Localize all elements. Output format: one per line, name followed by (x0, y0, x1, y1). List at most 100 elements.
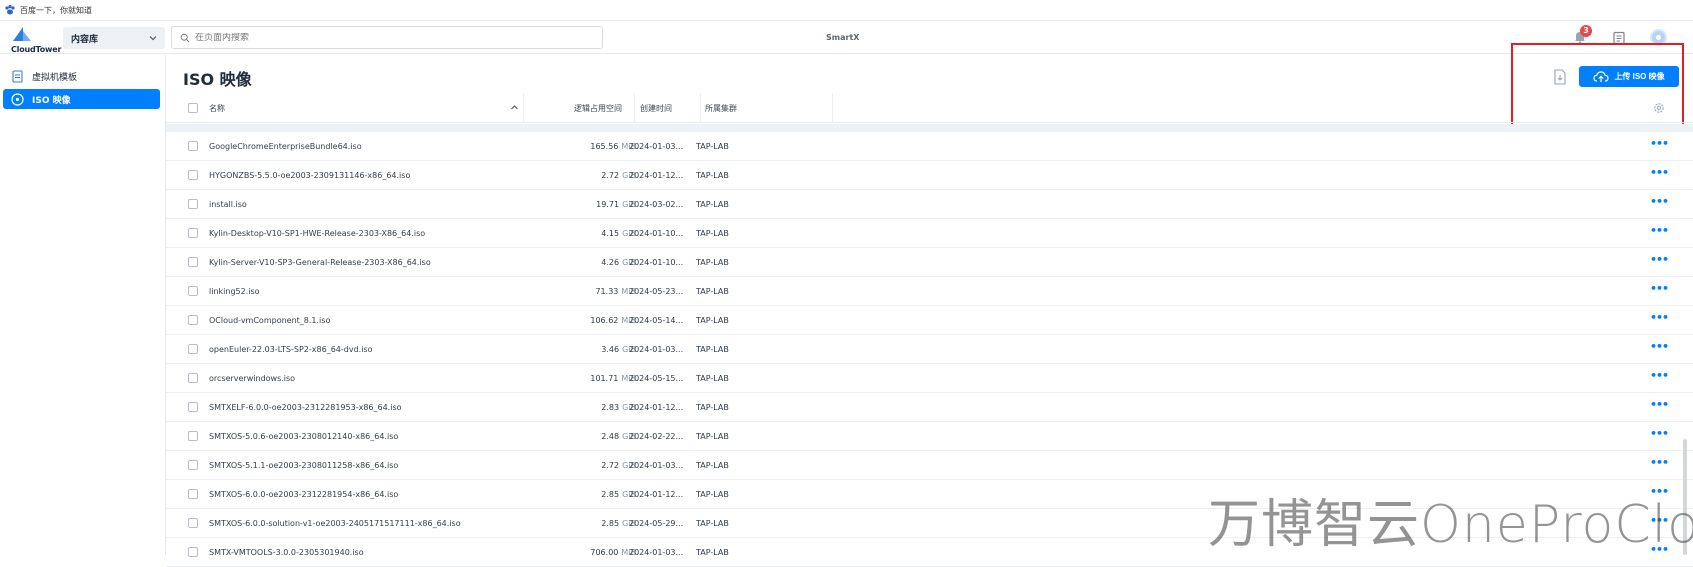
column-created-header[interactable]: 创建时间 (635, 93, 701, 123)
size-value: 2.85 (601, 490, 620, 499)
table-row[interactable]: orcserverwindows.iso 101.71 MiB 2024-05-15.… (166, 364, 1693, 393)
search-input[interactable] (195, 32, 575, 43)
size-value: 71.33 (595, 287, 619, 296)
select-all-checkbox[interactable] (188, 103, 198, 113)
row-checkbox[interactable] (188, 344, 198, 354)
gear-icon[interactable] (1653, 102, 1665, 114)
table-row[interactable]: Kylin-Server-V10-SP3-General-Release-230… (166, 248, 1693, 277)
iso-name[interactable]: install.iso (209, 200, 247, 209)
column-name-header[interactable]: 名称 (166, 93, 524, 123)
main-content: ISO 映像 上传 ISO 映像 名称 逻辑占用空间 创建时间 所属集群 Goo… (166, 43, 1693, 567)
avatar[interactable] (1650, 29, 1667, 46)
size-value: 165.56 (590, 142, 619, 151)
table-row[interactable]: SMTXOS-5.0.6-oe2003-2308012140-x86_64.is… (166, 422, 1693, 451)
more-actions-icon[interactable]: ••• (1650, 398, 1669, 411)
iso-name[interactable]: openEuler-22.03-LTS-SP2-x86_64-dvd.iso (209, 345, 372, 354)
row-checkbox[interactable] (188, 489, 198, 499)
more-actions-icon[interactable]: ••• (1650, 340, 1669, 353)
iso-name[interactable]: SMTXOS-5.1.1-oe2003-2308011258-x86_64.is… (209, 461, 398, 470)
row-checkbox[interactable] (188, 460, 198, 470)
table-row[interactable]: openEuler-22.03-LTS-SP2-x86_64-dvd.iso 3.… (166, 335, 1693, 364)
iso-name[interactable]: SMTXOS-5.0.6-oe2003-2308012140-x86_64.is… (209, 432, 398, 441)
more-actions-icon[interactable]: ••• (1650, 282, 1669, 295)
page-title: ISO 映像 (183, 70, 252, 89)
browser-tab-bar: 百度一下，你就知道 (0, 0, 1693, 21)
size-value: 2.48 (601, 432, 620, 441)
iso-name[interactable]: OCloud-vmComponent_8.1.iso (209, 316, 330, 325)
iso-name[interactable]: SMTX-VMTOOLS-3.0.0-2305301940.iso (209, 548, 364, 557)
table-row[interactable]: install.iso 19.71 GiB 2024-03-02... TAP-LAB •… (166, 190, 1693, 219)
more-actions-icon[interactable]: ••• (1650, 369, 1669, 382)
sort-up-icon[interactable] (510, 103, 519, 114)
table-row[interactable]: linking52.iso 71.33 MiB 2024-05-23... TAP-LA… (166, 277, 1693, 306)
logical-size: 2.72 GiB (524, 171, 636, 180)
iso-name[interactable]: Kylin-Server-V10-SP3-General-Release-230… (209, 258, 431, 267)
task-list-icon[interactable] (1612, 30, 1626, 45)
table-row[interactable]: OCloud-vmComponent_8.1.iso 106.62 MiB 2024-… (166, 306, 1693, 335)
size-value: 2.72 (601, 171, 620, 180)
more-actions-icon[interactable]: ••• (1650, 311, 1669, 324)
row-checkbox[interactable] (188, 199, 198, 209)
table-row[interactable]: SMTXOS-5.1.1-oe2003-2308011258-x86_64.is… (166, 451, 1693, 480)
row-checkbox[interactable] (188, 547, 198, 557)
browser-tab-title[interactable]: 百度一下，你就知道 (20, 5, 92, 16)
table-row[interactable]: HYGONZBS-5.5.0-oe2003-2309131146-x86_64.… (166, 161, 1693, 190)
logical-size: 2.72 GiB (524, 461, 636, 470)
more-actions-icon[interactable]: ••• (1650, 137, 1669, 150)
sidebar-item-iso-images[interactable]: ISO 映像 (3, 89, 160, 109)
iso-name[interactable]: SMTXELF-6.0.0-oe2003-2312281953-x86_64.i… (209, 403, 402, 412)
baidu-paw-icon (4, 4, 16, 16)
logical-size: 4.15 GiB (524, 229, 636, 238)
column-label: 名称 (209, 103, 225, 113)
row-checkbox[interactable] (188, 315, 198, 325)
more-actions-icon[interactable]: ••• (1650, 456, 1669, 469)
cluster-name: TAP-LAB (696, 258, 729, 267)
iso-name[interactable]: SMTXOS-6.0.0-oe2003-2312281954-x86_64.is… (209, 490, 398, 499)
more-actions-icon[interactable]: ••• (1650, 166, 1669, 179)
logical-size: 3.46 GiB (524, 345, 636, 354)
logical-size: 4.26 GiB (524, 258, 636, 267)
more-actions-icon[interactable]: ••• (1650, 253, 1669, 266)
row-checkbox[interactable] (188, 431, 198, 441)
more-actions-icon[interactable]: ••• (1650, 224, 1669, 237)
row-checkbox[interactable] (188, 373, 198, 383)
table-row[interactable]: SMTXELF-6.0.0-oe2003-2312281953-x86_64.i… (166, 393, 1693, 422)
iso-name[interactable]: linking52.iso (209, 287, 260, 296)
cluster-name: TAP-LAB (696, 142, 729, 151)
upload-iso-button[interactable]: 上传 ISO 映像 (1579, 66, 1679, 87)
size-value: 2.83 (601, 403, 620, 412)
created-time: 2024-05-29... (629, 519, 684, 528)
table-row[interactable]: GoogleChromeEnterpriseBundle64.iso 165.56… (166, 132, 1693, 161)
row-checkbox[interactable] (188, 402, 198, 412)
page-search[interactable] (171, 26, 603, 49)
sidebar-item-label: 虚拟机模板 (32, 72, 78, 83)
sidebar-item-vm-templates[interactable]: 虚拟机模板 (3, 66, 160, 86)
iso-name[interactable]: SMTXOS-6.0.0-solution-v1-oe2003-24051715… (209, 519, 461, 528)
row-checkbox[interactable] (188, 518, 198, 528)
iso-name[interactable]: Kylin-Desktop-V10-SP1-HWE-Release-2303-X… (209, 229, 425, 238)
document-icon[interactable] (1553, 69, 1567, 85)
library-select[interactable]: 内容库 (63, 27, 165, 49)
size-value: 2.85 (601, 519, 620, 528)
iso-name[interactable]: orcserverwindows.iso (209, 374, 295, 383)
vm-template-icon (11, 69, 24, 83)
more-actions-icon[interactable]: ••• (1650, 195, 1669, 208)
cloud-upload-icon (1593, 70, 1609, 82)
column-size-header[interactable]: 逻辑占用空间 (524, 93, 635, 123)
cloudtower-logo[interactable]: CloudTower (5, 25, 61, 54)
brand-label: SmartX (826, 33, 860, 42)
created-time: 2024-01-12... (629, 171, 684, 180)
iso-name[interactable]: HYGONZBS-5.5.0-oe2003-2309131146-x86_64.… (209, 171, 410, 180)
logical-size: 19.71 GiB (524, 200, 636, 209)
row-checkbox[interactable] (188, 228, 198, 238)
created-time: 2024-05-15... (629, 374, 684, 383)
row-checkbox[interactable] (188, 141, 198, 151)
row-checkbox[interactable] (188, 170, 198, 180)
column-cluster-header[interactable]: 所属集群 (701, 93, 833, 123)
row-checkbox[interactable] (188, 286, 198, 296)
iso-name[interactable]: GoogleChromeEnterpriseBundle64.iso (209, 142, 362, 151)
row-checkbox[interactable] (188, 257, 198, 267)
table-row[interactable]: Kylin-Desktop-V10-SP1-HWE-Release-2303-X… (166, 219, 1693, 248)
cluster-name: TAP-LAB (696, 287, 729, 296)
more-actions-icon[interactable]: ••• (1650, 427, 1669, 440)
